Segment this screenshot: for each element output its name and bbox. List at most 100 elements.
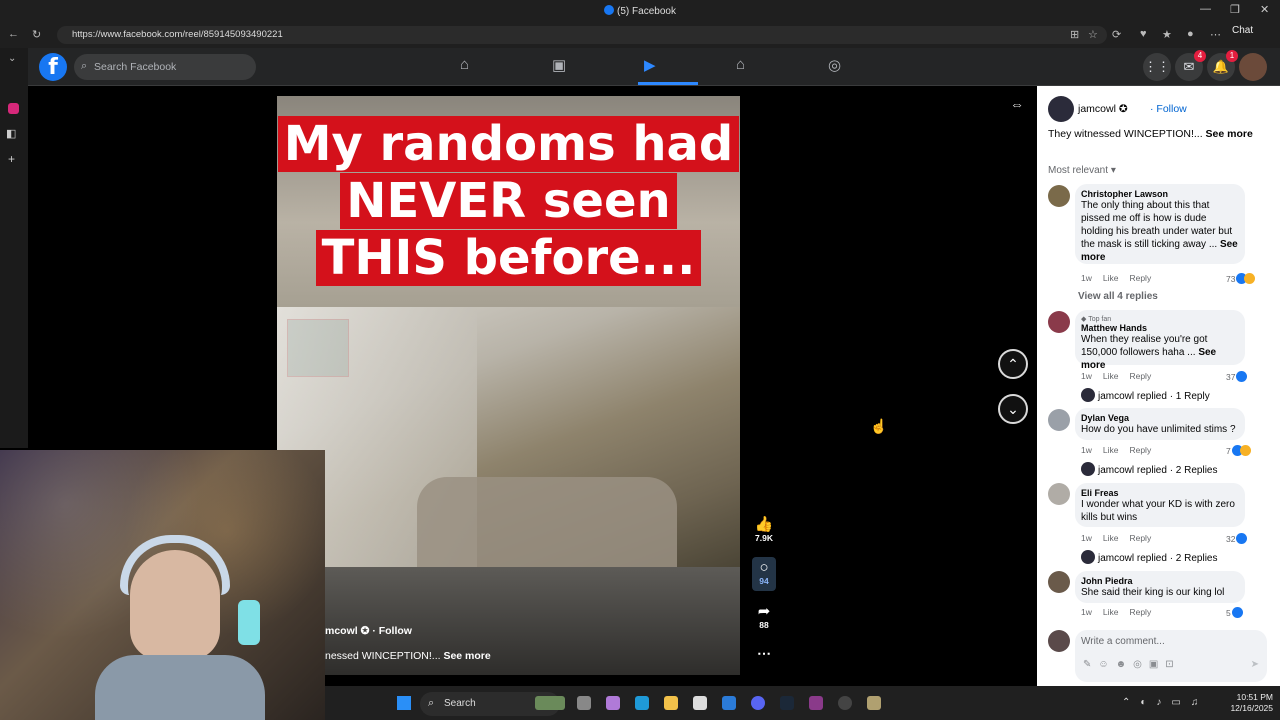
comment-tools[interactable]: ✎☺☻◎▣⊡ (1083, 659, 1181, 670)
clock-time: 10:51 PM (1236, 692, 1273, 702)
comment-avatar[interactable] (1048, 185, 1070, 207)
browser-sidebar: ⌄ ◧ + (0, 48, 28, 448)
home-icon[interactable]: ⌂ (460, 56, 469, 73)
sidebar-app-icon[interactable]: ◧ (6, 127, 16, 140)
panel-see-more[interactable]: See more (1206, 128, 1253, 140)
game-icon[interactable] (867, 696, 881, 710)
comment-reply[interactable]: Reply (1129, 607, 1151, 617)
notifications-icon[interactable]: 🔔 1 (1207, 50, 1238, 81)
comment-like[interactable]: Like (1103, 533, 1119, 543)
close-icon[interactable]: ✕ (1260, 3, 1269, 16)
video-icon[interactable]: ▣ (552, 56, 566, 74)
extensions-icon[interactable]: ⟳ (1112, 28, 1121, 41)
chevron-down-icon[interactable]: ⌄ (8, 53, 16, 64)
comment-text: She said their king is our king lol (1081, 587, 1225, 598)
panel-follow-button[interactable]: · Follow (1150, 103, 1187, 115)
system-tray[interactable]: ⌃◐♪▭♫ (1122, 697, 1208, 708)
refresh-icon[interactable]: ↻ (32, 28, 41, 41)
discord-icon[interactable] (751, 696, 765, 710)
my-avatar[interactable] (1048, 630, 1070, 652)
author-reply-link[interactable]: jamcowl replied · 2 Replies (1081, 462, 1218, 476)
comment-reply[interactable]: Reply (1129, 445, 1151, 455)
comment-avatar[interactable] (1048, 483, 1070, 505)
menu-grid-icon[interactable]: ⋮⋮ (1143, 53, 1171, 81)
comment-meta: 1w Like Reply (1081, 607, 1162, 617)
file-explorer-icon[interactable] (664, 696, 678, 710)
comment-author[interactable]: Dylan Vega (1081, 413, 1239, 423)
reels-icon[interactable]: ▶ (644, 56, 656, 74)
taskbar-clock[interactable]: 10:51 PM 12/16/2025 (1217, 692, 1273, 714)
marketplace-icon[interactable]: ⌂ (736, 56, 745, 73)
comment-author[interactable]: Christopher Lawson (1081, 189, 1239, 199)
expand-icon[interactable]: ⇔ (1010, 96, 1024, 112)
panel-author[interactable]: jamcowl ✪ (1078, 103, 1128, 115)
maximize-icon[interactable]: ❐ (1230, 3, 1240, 16)
comment-like[interactable]: Like (1103, 273, 1119, 283)
gaming-icon[interactable]: ◎ (828, 56, 841, 74)
comment-reply[interactable]: Reply (1129, 273, 1151, 283)
comment-reactions[interactable]: 5 (1226, 607, 1243, 618)
comment-like[interactable]: Like (1103, 607, 1119, 617)
obs-icon[interactable] (838, 696, 852, 710)
comment-author[interactable]: Matthew Hands (1081, 323, 1239, 333)
minimize-icon[interactable]: — (1200, 3, 1211, 15)
comment-avatar[interactable] (1048, 571, 1070, 593)
back-icon[interactable]: ← (8, 28, 19, 40)
instagram-icon[interactable] (8, 103, 19, 114)
facebook-logo[interactable]: f (39, 53, 67, 81)
steam-icon[interactable] (780, 696, 794, 710)
messenger-icon[interactable]: ✉ 4 (1175, 50, 1206, 81)
more-icon[interactable]: ⋯ (1210, 28, 1221, 41)
like-action[interactable]: 👍 7.9K (750, 515, 778, 543)
comment-like[interactable]: Like (1103, 445, 1119, 455)
copilot-icon[interactable] (606, 696, 620, 710)
comment-author[interactable]: Eli Freas (1081, 488, 1239, 498)
extension-icon[interactable]: ♥ (1140, 28, 1147, 40)
comment-reply[interactable]: Reply (1129, 371, 1151, 381)
app-icon[interactable] (809, 696, 823, 710)
comment-author[interactable]: John Piedra (1081, 576, 1239, 586)
author-reply-link[interactable]: jamcowl replied · 2 Replies (1081, 550, 1218, 564)
write-comment-input[interactable]: Write a comment... ✎☺☻◎▣⊡ ➤ (1075, 630, 1267, 682)
more-options-icon[interactable]: ⋯ (750, 645, 778, 662)
previous-reel-button[interactable]: ⌃ (998, 349, 1028, 379)
windows-start-icon[interactable] (397, 696, 411, 710)
comment-like[interactable]: Like (1103, 371, 1119, 381)
comment-reactions[interactable]: 37 (1226, 371, 1248, 382)
comment-avatar[interactable] (1048, 409, 1070, 431)
share-action[interactable]: ➦ 88 (750, 602, 778, 630)
comment-reply[interactable]: Reply (1129, 533, 1151, 543)
task-view-icon[interactable] (577, 696, 591, 710)
comment-bubble: Christopher Lawson The only thing about … (1075, 184, 1245, 264)
author-avatar[interactable] (1048, 96, 1074, 122)
app-icon[interactable]: ⊞ (1070, 28, 1079, 41)
facebook-search-input[interactable]: ⌕ Search Facebook (74, 54, 256, 80)
comment-reactions[interactable]: 73 (1226, 273, 1256, 284)
comment-bubble: Dylan Vega How do you have unlimited sti… (1075, 408, 1245, 440)
reel-video[interactable]: My randoms had NEVER seen THIS before... (277, 96, 740, 675)
reaction-count: 5 (1226, 608, 1231, 618)
comment-reactions[interactable]: 7 (1226, 445, 1251, 456)
caption-follow[interactable]: Follow (379, 625, 412, 637)
profile-avatar[interactable] (1239, 53, 1267, 81)
url-field[interactable]: https://www.facebook.com/reel/8591450934… (57, 26, 1107, 44)
next-reel-button[interactable]: ⌄ (998, 394, 1028, 424)
store-icon[interactable] (693, 696, 707, 710)
send-icon[interactable]: ➤ (1251, 659, 1259, 670)
comment-reactions[interactable]: 32 (1226, 533, 1248, 544)
comment-avatar[interactable] (1048, 311, 1070, 333)
favorite-icon[interactable]: ☆ (1088, 28, 1098, 41)
edge-icon[interactable] (635, 696, 649, 710)
mail-icon[interactable] (722, 696, 736, 710)
comment-action[interactable]: ○ 94 (750, 559, 778, 586)
profile-icon[interactable]: ● (1187, 28, 1194, 40)
caption-see-more[interactable]: See more (443, 650, 490, 662)
add-icon[interactable]: + (8, 152, 15, 166)
copilot-chat-button[interactable]: Chat (1232, 25, 1253, 36)
caption-author[interactable]: mcowl ✪ · Follow (325, 625, 412, 637)
favorites-icon[interactable]: ★ (1162, 28, 1172, 41)
view-replies-link[interactable]: View all 4 replies (1078, 291, 1158, 302)
like-reaction-icon (1236, 371, 1248, 382)
sort-dropdown[interactable]: Most relevant ▾ (1048, 165, 1116, 176)
author-reply-link[interactable]: jamcowl replied · 1 Reply (1081, 388, 1210, 402)
